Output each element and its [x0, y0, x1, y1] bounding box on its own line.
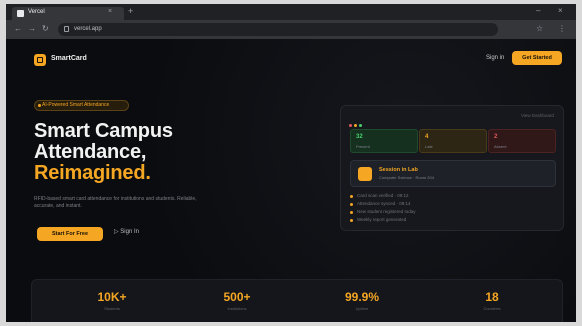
reload-icon[interactable]: ↻ — [42, 24, 49, 34]
list-item-text: Weekly report generated — [357, 217, 407, 222]
new-tab-icon[interactable]: + — [128, 6, 133, 16]
hero-subtitle: RFID-based smart card attendance for ins… — [34, 196, 197, 209]
brand-name[interactable]: SmartCard — [51, 55, 87, 62]
metric-label: Countries — [483, 306, 501, 311]
forward-icon[interactable]: → — [28, 24, 36, 34]
stat-absent: 2 Absent — [488, 129, 556, 153]
hero-title-line2: Attendance, — [34, 141, 147, 163]
metric-label: Institutions — [227, 306, 247, 311]
metric: 18 Countries — [452, 290, 532, 311]
browser-window: Vercel × + – × ← → ↻ vercel.app ☆ ⋮ Smar… — [6, 4, 576, 322]
stat-value: 4 — [425, 134, 429, 140]
stat-value: 2 — [494, 134, 498, 140]
metric: 99.9% Uptime — [322, 290, 402, 311]
bullet-icon — [350, 203, 353, 206]
red-dot-icon — [349, 124, 352, 127]
window-close-icon[interactable]: × — [558, 6, 563, 15]
bookmark-icon[interactable]: ☆ — [536, 24, 543, 34]
stat-late: 4 Late — [419, 129, 487, 153]
yellow-dot-icon — [354, 124, 357, 127]
badge-dot-icon — [38, 104, 41, 107]
session-card[interactable]: Session in Lab Computer Science · Room 2… — [350, 160, 556, 187]
dashboard-preview: View Dashboard 32 Present 4 Late 2 Absen… — [340, 105, 564, 231]
stat-value: 32 — [356, 134, 363, 140]
stat-present: 32 Present — [350, 129, 418, 153]
tab-close-icon[interactable]: × — [108, 8, 112, 15]
browser-tab[interactable]: Vercel × — [12, 7, 124, 20]
favicon-icon — [17, 10, 24, 17]
tab-bar: Vercel × + – × — [6, 4, 576, 20]
stat-label: Late — [425, 144, 433, 149]
list-item-text: New student registered today — [357, 209, 416, 214]
metric-value: 99.9% — [344, 290, 380, 304]
minimize-icon[interactable]: – — [536, 6, 540, 15]
signin-button[interactable]: ▷ Sign In — [114, 228, 139, 235]
signin-link[interactable]: Sign in — [486, 55, 504, 61]
tab-title: Vercel — [28, 9, 45, 15]
session-title: Session in Lab — [379, 167, 418, 173]
list-item: New student registered today — [350, 208, 416, 216]
metric-label: Students — [104, 306, 120, 311]
bullet-icon — [350, 211, 353, 214]
hero-badge: AI-Powered Smart Attendance — [34, 100, 129, 111]
start-free-button[interactable]: Start For Free — [37, 227, 103, 241]
list-item-text: Attendance synced · 09:14 — [357, 201, 411, 206]
metric: 500+ Institutions — [197, 290, 277, 311]
badge-text: AI-Powered Smart Attendance — [42, 102, 110, 108]
list-item: Attendance synced · 09:14 — [350, 200, 416, 208]
menu-icon[interactable]: ⋮ — [558, 24, 566, 34]
stat-label: Present — [356, 144, 370, 149]
dashboard-link[interactable]: View Dashboard — [521, 113, 554, 118]
activity-list: Card scan verified · 09:12 Attendance sy… — [350, 192, 416, 224]
stat-label: Absent — [494, 144, 507, 149]
metric-value: 10K+ — [97, 290, 127, 304]
session-subtitle: Computer Science · Room 204 — [379, 175, 434, 180]
url-text: vercel.app — [74, 26, 102, 32]
bullet-icon — [350, 219, 353, 222]
green-dot-icon — [359, 124, 362, 127]
logo-icon[interactable] — [34, 54, 46, 66]
metric-value: 18 — [485, 290, 499, 304]
hero-title-line1: Smart Campus — [34, 120, 173, 142]
web-page: SmartCard Sign in Get Started AI-Powered… — [6, 39, 576, 322]
list-item: Card scan verified · 09:12 — [350, 192, 416, 200]
back-icon[interactable]: ← — [14, 24, 22, 34]
lock-icon — [64, 26, 69, 32]
hero-title-line3: Reimagined. — [34, 162, 151, 184]
url-input[interactable]: vercel.app — [58, 23, 498, 36]
metric: 10K+ Students — [72, 290, 152, 311]
metric-label: Uptime — [355, 306, 369, 311]
list-item-text: Card scan verified · 09:12 — [357, 193, 409, 198]
address-bar: ← → ↻ vercel.app ☆ ⋮ — [6, 20, 576, 39]
bullet-icon — [350, 195, 353, 198]
metrics-strip: 10K+ Students 500+ Institutions 99.9% Up… — [31, 279, 563, 322]
metric-value: 500+ — [223, 290, 251, 304]
get-started-button[interactable]: Get Started — [512, 51, 562, 65]
list-item: Weekly report generated — [350, 216, 416, 224]
session-icon — [358, 167, 372, 181]
